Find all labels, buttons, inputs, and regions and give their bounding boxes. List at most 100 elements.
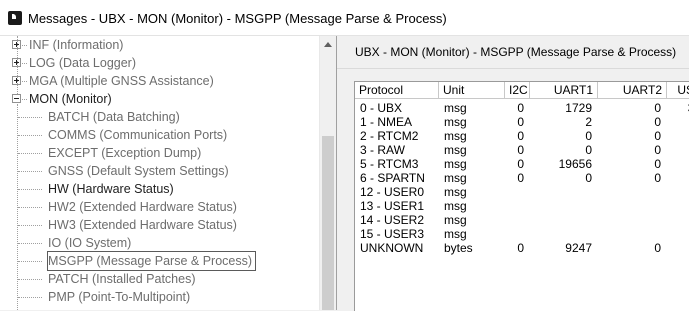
tree-connector xyxy=(18,261,42,262)
scroll-up-arrow-icon[interactable] xyxy=(320,36,336,53)
table-cell: 2 - RTCM2 xyxy=(360,129,419,143)
tree-item-label: BATCH (Data Batching) xyxy=(48,110,180,124)
tree-connector xyxy=(18,297,42,298)
table-cell: 12 - USER0 xyxy=(360,185,425,199)
table-cell: 0 xyxy=(585,143,592,157)
scroll-thumb[interactable] xyxy=(322,136,334,310)
table-cell xyxy=(505,185,524,199)
tree-connector xyxy=(18,279,42,280)
table-cell: msg xyxy=(444,115,467,129)
tree-item-label: EXCEPT (Exception Dump) xyxy=(48,146,202,160)
table-cell: 15 - USER3 xyxy=(360,227,425,241)
table-cell: 5 - RTCM3 xyxy=(360,157,419,171)
table-cell: 0 xyxy=(667,115,689,129)
column-header-unit[interactable]: Unit xyxy=(439,82,505,99)
table-cell: 0 xyxy=(517,171,524,185)
table-cell xyxy=(598,199,661,213)
tree-connector xyxy=(18,153,42,154)
table-cell xyxy=(530,199,592,213)
table-cell: msg xyxy=(444,143,467,157)
table-cell: msg xyxy=(444,227,467,241)
tree-connector xyxy=(18,225,42,226)
table-cell: 0 xyxy=(654,241,661,255)
table-cell: UNKNOWN xyxy=(360,241,424,255)
column-header-usb[interactable]: USB xyxy=(667,82,689,99)
tree-item-label: PATCH (Installed Patches) xyxy=(48,272,196,286)
panel-header: UBX - MON (Monitor) - MSGPP (Message Par… xyxy=(337,36,689,69)
tree-item-label: INF (Information) xyxy=(29,38,124,52)
table-cell: 6 - SPARTN xyxy=(360,171,425,185)
tree-connector xyxy=(18,207,42,208)
table-cell: msg xyxy=(444,101,467,115)
table-cell xyxy=(505,227,524,241)
column-header-protocol[interactable]: Protocol xyxy=(355,82,439,99)
table-cell: 0 xyxy=(517,115,524,129)
tree-connector xyxy=(22,63,27,64)
table-cell: msg xyxy=(444,213,467,227)
table-cell: 2 xyxy=(585,115,592,129)
message-tree: INF (Information) LOG (Data Logger) MGA (M… xyxy=(0,36,337,310)
column-header-uart2[interactable]: UART2 xyxy=(598,82,667,99)
table-cell xyxy=(667,213,689,227)
table-cell: 0 xyxy=(654,129,661,143)
tree-item-label: HW3 (Extended Hardware Status) xyxy=(48,218,237,232)
title-bar: Messages - UBX - MON (Monitor) - MSGPP (… xyxy=(0,0,689,36)
tree-item-label: PMP (Point-To-Multipoint) xyxy=(48,290,191,304)
table-cell xyxy=(598,227,661,241)
tree-connector xyxy=(18,117,42,118)
tree-item-label: HW2 (Extended Hardware Status) xyxy=(48,200,237,214)
message-view-pane: UBX - MON (Monitor) - MSGPP (Message Par… xyxy=(337,36,689,311)
column-header-i2c[interactable]: I2C xyxy=(505,82,530,99)
table-cell: 0 xyxy=(654,143,661,157)
table-cell: 0 xyxy=(585,129,592,143)
table-cell: 0 xyxy=(517,129,524,143)
table-cell: msg xyxy=(444,171,467,185)
tree-item-label: COMMS (Communication Ports) xyxy=(48,128,228,142)
table-cell xyxy=(667,185,689,199)
tree-item-label: MON (Monitor) xyxy=(29,92,112,106)
table-cell: 3 - RAW xyxy=(360,143,405,157)
tree-connector xyxy=(22,81,27,82)
tree-connector xyxy=(22,45,27,46)
table-cell: 0 xyxy=(654,171,661,185)
tree-connector-vertical xyxy=(17,36,18,94)
table-cell: 0 xyxy=(517,157,524,171)
tree-item-label: GNSS (Default System Settings) xyxy=(48,164,229,178)
table-cell: 0 xyxy=(667,129,689,143)
table-cell: msg xyxy=(444,129,467,143)
tree-connector xyxy=(18,189,42,190)
table-cell: 13 - USER1 xyxy=(360,199,425,213)
table-cell: 9247 xyxy=(565,241,592,255)
table-cell: 0 xyxy=(667,157,689,171)
table-cell: 0 xyxy=(654,115,661,129)
table-cell: 0 xyxy=(667,171,689,185)
collapse-minus-icon[interactable] xyxy=(12,94,21,103)
column-header-uart1[interactable]: UART1 xyxy=(530,82,598,99)
table-cell: 0 xyxy=(667,143,689,157)
table-cell: msg xyxy=(444,157,467,171)
tree-connector xyxy=(18,135,42,136)
table-cell xyxy=(667,199,689,213)
tree-item-label: MGA (Multiple GNSS Assistance) xyxy=(29,74,214,88)
tree-item-label: LOG (Data Logger) xyxy=(29,56,136,70)
table-cell xyxy=(667,227,689,241)
table-cell xyxy=(530,213,592,227)
tree-item-label: IO (IO System) xyxy=(48,236,132,250)
tree-item-label: HW (Hardware Status) xyxy=(48,182,174,196)
table-cell: 0 xyxy=(654,157,661,171)
table-cell: bytes xyxy=(444,241,473,255)
msgpp-table: ProtocolUnitI2CUART1UART2USB0 - UBXmsg01… xyxy=(354,81,689,311)
table-cell: 0 - UBX xyxy=(360,101,403,115)
tree-item-label: MSGPP (Message Parse & Process) xyxy=(46,251,257,271)
window-title: Messages - UBX - MON (Monitor) - MSGPP (… xyxy=(28,11,447,26)
panel-title: UBX - MON (Monitor) - MSGPP (Message Par… xyxy=(355,45,677,59)
table-cell xyxy=(530,185,592,199)
table-cell xyxy=(530,227,592,241)
table-cell: 6 xyxy=(667,241,689,255)
tree-scrollbar[interactable] xyxy=(319,36,336,310)
table-cell: 1 - NMEA xyxy=(360,115,413,129)
table-cell: 0 xyxy=(517,101,524,115)
app-logo-icon xyxy=(8,11,22,25)
table-cell: 19656 xyxy=(558,157,592,171)
table-cell xyxy=(505,199,524,213)
